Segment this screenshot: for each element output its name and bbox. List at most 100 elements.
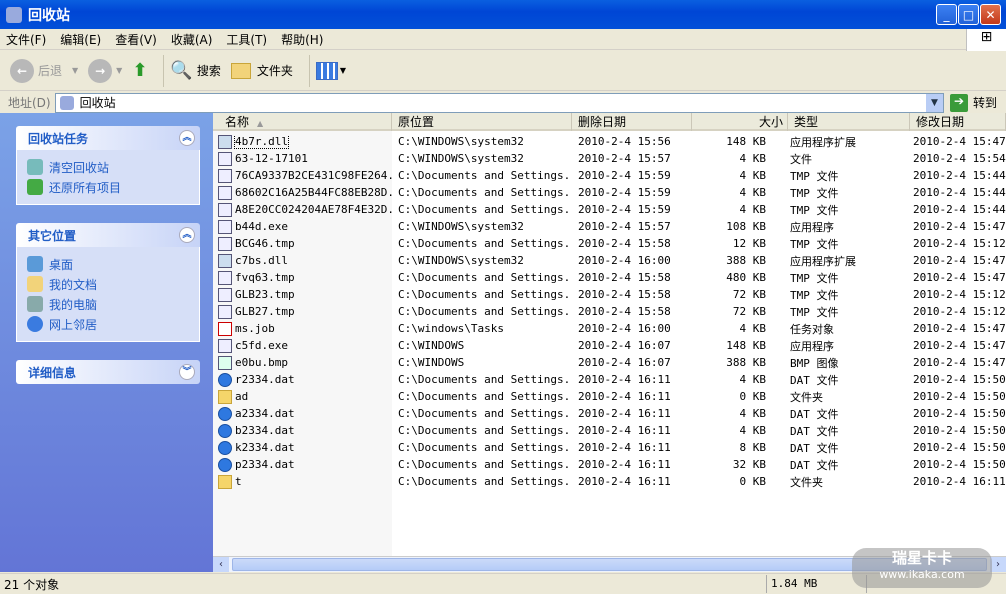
type-cell: 应用程序 [790, 339, 834, 353]
modified-date-cell: 2010-2-4 15:50 [913, 424, 1006, 437]
back-label: 后退 [38, 64, 63, 78]
file-row[interactable]: p2334.dat C:\Documents and Settings... 2… [213, 456, 1006, 473]
deleted-date-cell: 2010-2-4 16:00 [578, 254, 671, 267]
address-input[interactable]: 回收站 ▼ [54, 92, 944, 113]
link-label: 我的电脑 [49, 297, 98, 312]
expand-icon[interactable]: ︾ [179, 364, 195, 380]
file-row[interactable]: a2334.dat C:\Documents and Settings... 2… [213, 405, 1006, 422]
menu-file[interactable]: 文件(F) [6, 31, 46, 48]
file-row[interactable]: 68602C16A25B44FC88EB28D... C:\Documents … [213, 184, 1006, 201]
file-row[interactable]: GLB27.tmp C:\Documents and Settings... 2… [213, 303, 1006, 320]
network-places-link[interactable]: 网上邻居 [27, 314, 189, 334]
address-dropdown-button[interactable]: ▼ [926, 93, 943, 112]
file-row[interactable]: c7bs.dll C:\WINDOWS\system32 2010-2-4 16… [213, 252, 1006, 269]
modified-date-cell: 2010-2-4 15:47 [913, 339, 1006, 352]
sort-ascending-icon: ▲ [257, 119, 264, 128]
details-header[interactable]: 详细信息 ︾ [16, 360, 200, 384]
file-row[interactable]: A8E20CC024204AE78F4E32D... C:\Documents … [213, 201, 1006, 218]
file-name-cell: c7bs.dll [213, 253, 392, 268]
size-cell: 4 KB [739, 373, 767, 386]
size-cell: 108 KB [726, 220, 766, 233]
menu-bar: 文件(F) 编辑(E) 查看(V) 收藏(A) 工具(T) 帮助(H) [0, 29, 1006, 50]
file-row[interactable]: ms.job C:\windows\Tasks 2010-2-4 16:00 4… [213, 320, 1006, 337]
dat-file-icon [218, 372, 232, 387]
column-header-size[interactable]: 大小 [692, 113, 788, 131]
other-places-header[interactable]: 其它位置 ︽ [16, 223, 200, 247]
folder-file-icon [218, 389, 232, 404]
collapse-icon[interactable]: ︽ [179, 227, 195, 243]
collapse-icon[interactable]: ︽ [179, 130, 195, 146]
maximize-button[interactable]: □ [958, 4, 979, 25]
menu-help[interactable]: 帮助(H) [281, 31, 323, 48]
file-row[interactable]: ad C:\Documents and Settings... 2010-2-4… [213, 388, 1006, 405]
origin-cell: C:\WINDOWS [398, 339, 465, 352]
separator [308, 54, 310, 87]
my-documents-link[interactable]: 我的文档 [27, 274, 189, 294]
search-button[interactable]: 🔍 搜索 [170, 60, 220, 81]
file-row[interactable]: t C:\Documents and Settings... 2010-2-4 … [213, 473, 1006, 490]
go-button[interactable]: ➔ 转到 [944, 93, 1006, 112]
search-label: 搜索 [196, 64, 221, 78]
file-name-cell: c5fd.exe [213, 338, 392, 353]
deleted-date-cell: 2010-2-4 15:56 [578, 135, 671, 148]
file-row[interactable]: e0bu.bmp C:\WINDOWS 2010-2-4 16:07 388 K… [213, 354, 1006, 371]
column-header-modified[interactable]: 修改日期 [910, 113, 1006, 131]
folder-file-icon [218, 474, 232, 489]
file-row[interactable]: b2334.dat C:\Documents and Settings... 2… [213, 422, 1006, 439]
type-cell: 应用程序 [790, 220, 834, 234]
recycle-bin-tasks-panel: 回收站任务 ︽ 清空回收站 还原所有项目 [16, 126, 200, 205]
forward-button[interactable]: → ▼ [88, 58, 122, 83]
restore-all-link[interactable]: 还原所有项目 [27, 177, 189, 197]
file-row[interactable]: r2334.dat C:\Documents and Settings... 2… [213, 371, 1006, 388]
link-label: 我的文档 [49, 277, 98, 292]
origin-cell: C:\Documents and Settings... [398, 169, 572, 182]
file-row[interactable]: fvq63.tmp C:\Documents and Settings... 2… [213, 269, 1006, 286]
origin-cell: C:\Documents and Settings... [398, 458, 572, 471]
link-label: 还原所有项目 [49, 180, 122, 195]
dll-file-icon [218, 253, 232, 268]
column-header-name[interactable]: 名称 ▲ [213, 113, 392, 131]
empty-recycle-bin-link[interactable]: 清空回收站 [27, 157, 189, 177]
close-button[interactable]: ✕ [980, 4, 1001, 25]
deleted-date-cell: 2010-2-4 16:00 [578, 322, 671, 335]
origin-cell: C:\WINDOWS\system32 [398, 135, 524, 148]
column-header-type[interactable]: 类型 [788, 113, 910, 131]
origin-cell: C:\Documents and Settings... [398, 271, 572, 284]
column-header-origin[interactable]: 原位置 [392, 113, 572, 131]
file-row[interactable]: c5fd.exe C:\WINDOWS 2010-2-4 16:07 148 K… [213, 337, 1006, 354]
column-header-deleted[interactable]: 删除日期 [572, 113, 692, 131]
job-file-icon [218, 321, 232, 336]
desktop-link[interactable]: 桌面 [27, 254, 189, 274]
separator [163, 54, 165, 87]
menu-view[interactable]: 查看(V) [115, 31, 157, 48]
scroll-right-button[interactable]: › [990, 557, 1006, 572]
size-cell: 4 KB [739, 322, 767, 335]
go-label: 转到 [973, 96, 998, 110]
menu-edit[interactable]: 编辑(E) [60, 31, 101, 48]
menu-favorites[interactable]: 收藏(A) [171, 31, 213, 48]
file-row[interactable]: BCG46.tmp C:\Documents and Settings... 2… [213, 235, 1006, 252]
up-folder-button[interactable]: ⬆ [132, 60, 147, 81]
file-row[interactable]: GLB23.tmp C:\Documents and Settings... 2… [213, 286, 1006, 303]
modified-date-cell: 2010-2-4 15:47 [913, 322, 1006, 335]
scroll-left-button[interactable]: ‹ [213, 557, 229, 572]
recycle-bin-tasks-header[interactable]: 回收站任务 ︽ [16, 126, 200, 150]
search-icon: 🔍 [170, 60, 193, 81]
address-value: 回收站 [79, 96, 116, 110]
other-places-panel: 其它位置 ︽ 桌面 我的文档 我的电脑 网上邻居 [16, 223, 200, 342]
file-row[interactable]: 76CA9337B2CE431C98FE264... C:\Documents … [213, 167, 1006, 184]
folders-button[interactable]: 文件夹 [230, 62, 293, 79]
file-row[interactable]: 4b7r.dll C:\WINDOWS\system32 2010-2-4 15… [213, 133, 1006, 150]
file-row[interactable]: 63-12-17101 C:\WINDOWS\system32 2010-2-4… [213, 150, 1006, 167]
file-row[interactable]: k2334.dat C:\Documents and Settings... 2… [213, 439, 1006, 456]
menu-tools[interactable]: 工具(T) [226, 31, 267, 48]
minimize-button[interactable]: _ [936, 4, 957, 25]
back-button[interactable]: ← 后退 ▼ [10, 58, 78, 83]
my-computer-link[interactable]: 我的电脑 [27, 294, 189, 314]
empty-bin-icon [27, 159, 43, 175]
file-row[interactable]: b44d.exe C:\WINDOWS\system32 2010-2-4 15… [213, 218, 1006, 235]
panel-title: 详细信息 [28, 365, 77, 380]
type-cell: DAT 文件 [790, 458, 839, 472]
views-button[interactable]: ▼ [315, 61, 346, 80]
type-cell: 任务对象 [790, 322, 834, 336]
